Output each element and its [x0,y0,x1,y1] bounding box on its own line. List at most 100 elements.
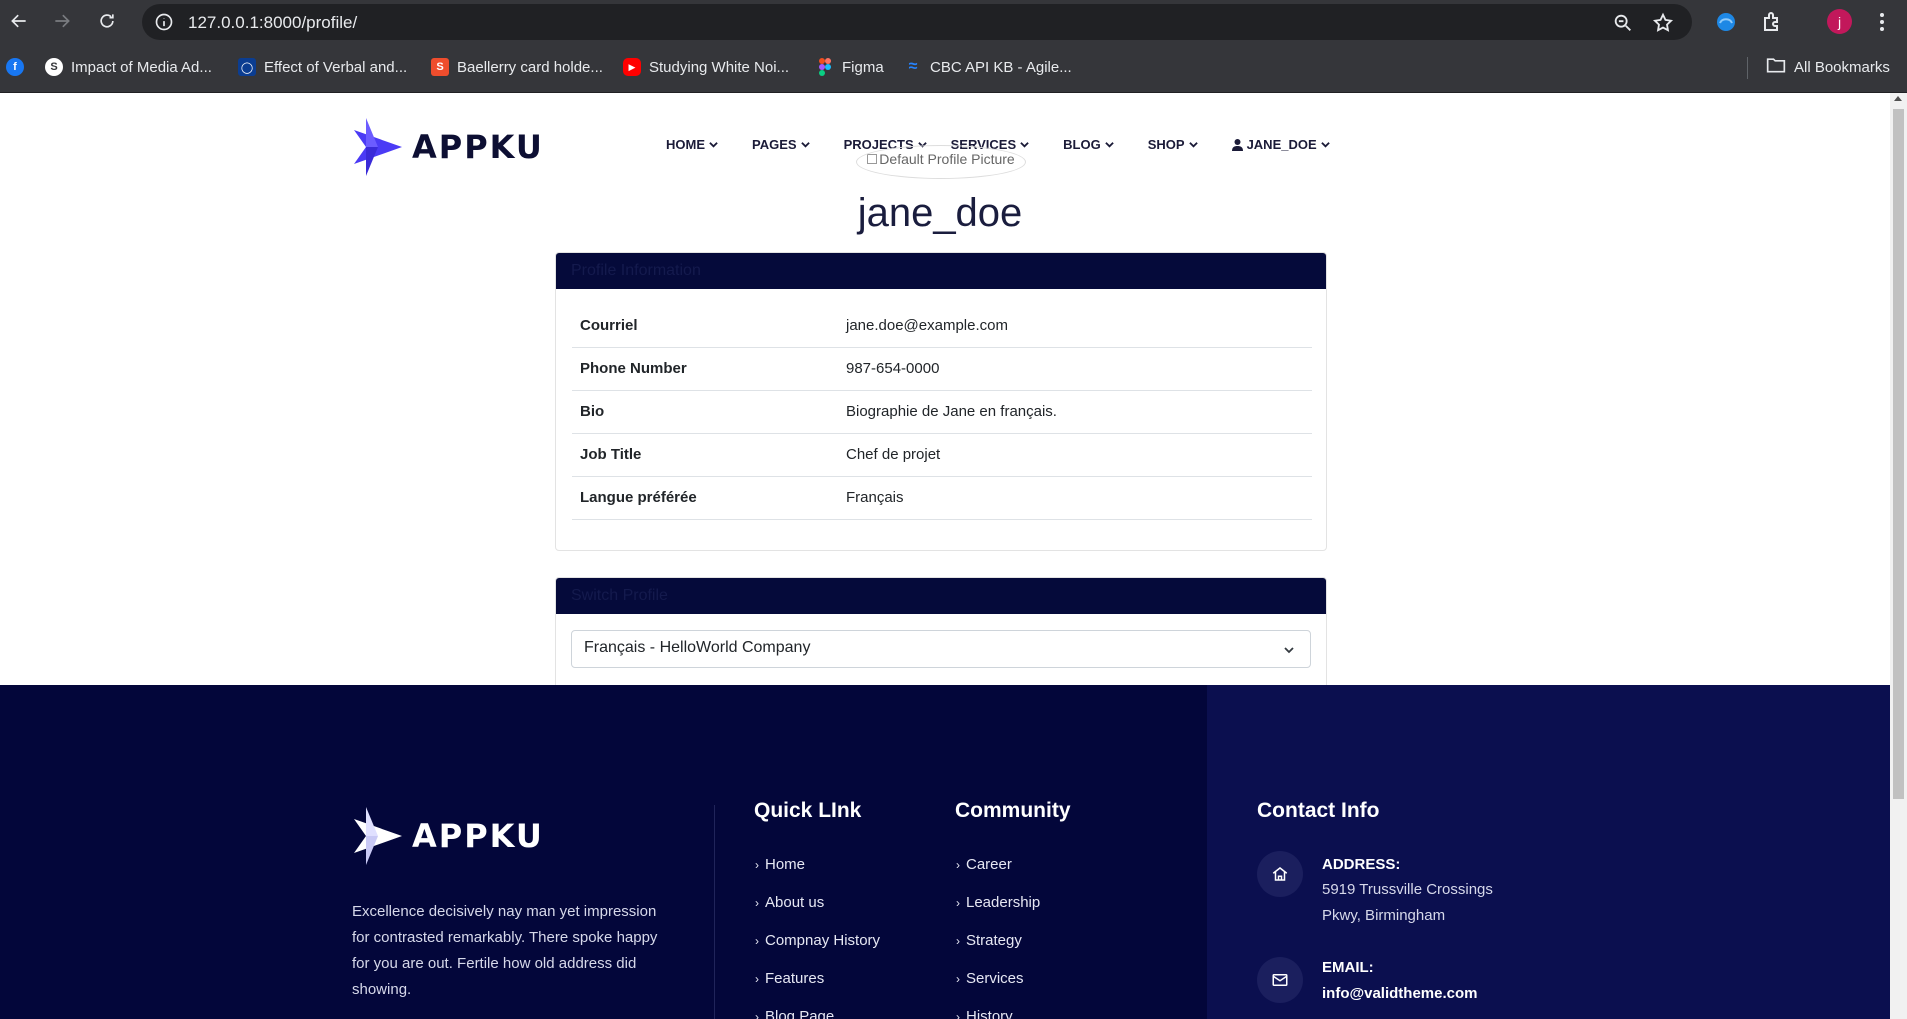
nav-label: PAGES [752,137,797,152]
chevron-down-icon [800,142,810,148]
row-label: Courriel [572,304,838,348]
nav-home[interactable]: HOME [666,137,718,152]
row-label: Phone Number [572,347,838,391]
site-info-icon[interactable] [154,12,174,32]
chevron-right-icon: › [755,1010,759,1019]
zoom-icon[interactable] [1612,12,1634,34]
bookmark-star-icon[interactable] [1652,12,1674,34]
row-value: Chef de projet [838,433,1312,477]
chevron-right-icon: › [956,972,960,986]
site-footer: APPKU Excellence decisively nay man yet … [0,685,1890,1019]
quick-link-about[interactable]: › About us [755,894,880,932]
switch-profile-value: Français - HelloWorld Company [584,639,811,656]
link-label: Home [765,856,806,873]
chevron-right-icon: › [956,858,960,872]
logo-text: APPKU [412,128,544,166]
all-bookmarks[interactable]: All Bookmarks [1766,55,1890,79]
table-row: Bio Biographie de Jane en français. [572,390,1312,434]
site-logo[interactable]: APPKU [352,116,544,178]
quick-link-history[interactable]: › Compnay History [755,932,880,970]
extension-edge-icon[interactable] [1714,10,1738,34]
bookmark-5[interactable]: ≈ CBC API KB - Agile... [904,55,1072,79]
reload-button[interactable] [94,8,120,34]
community-career[interactable]: › Career [956,856,1040,894]
address-line-2: Pkwy, Birmingham [1322,907,1446,924]
chevron-down-icon [709,142,718,148]
email-label: EMAIL: [1322,959,1374,976]
community-list: › Career › Leadership › Strategy › Services … [956,856,1040,1019]
community-strategy[interactable]: › Strategy [956,932,1040,970]
youtube-icon: ▶ [623,58,641,76]
link-label: Services [966,970,1024,987]
row-value: 987-654-0000 [838,347,1312,391]
link-label: Compnay History [765,932,881,949]
nav-blog[interactable]: BLOG [1063,137,1114,152]
quick-link-blog[interactable]: › Blog Page [755,1008,880,1019]
page-scrollbar[interactable] [1890,93,1907,1019]
row-value: jane.doe@example.com [838,304,1312,348]
profile-info-table: Courriel jane.doe@example.com Phone Numb… [572,304,1312,520]
row-label: Langue préférée [572,476,838,520]
quick-link-list: › Home › About us › Compnay History › Featur… [755,856,880,1019]
quick-link-home[interactable]: › Home [755,856,880,894]
profile-picture: Default Profile Picture [856,145,1026,179]
bookmark-2[interactable]: S Baellerry card holde... [431,55,603,79]
chevron-right-icon: › [755,896,759,910]
community-leadership[interactable]: › Leadership [956,894,1040,932]
profile-avatar[interactable]: j [1827,9,1852,34]
footer-contact-panel [1207,685,1890,1019]
bookmark-label: Figma [842,58,884,76]
row-value: Français [838,476,1312,520]
row-label: Job Title [572,433,838,477]
envelope-icon [1257,957,1303,1003]
chevron-right-icon: › [755,972,759,986]
nav-label: SHOP [1147,137,1185,152]
all-bookmarks-label: All Bookmarks [1794,58,1890,76]
chevron-right-icon: › [755,934,759,948]
chevron-down-icon [1320,142,1330,148]
address-bar[interactable]: 127.0.0.1:8000/profile/ [142,4,1692,40]
bookmark-facebook[interactable]: f [6,55,24,79]
bookmarks-bar: f S Impact of Media Ad... ◯ Effect of Ve… [0,43,1907,93]
bookmark-label: Impact of Media Ad... [71,58,212,76]
logo-mark-icon [354,807,402,865]
nav-pages[interactable]: PAGES [752,137,810,152]
email-value[interactable]: info@validtheme.com [1322,985,1478,1002]
chevron-down-icon [1188,142,1198,148]
contact-info-title: Contact Info [1257,799,1380,822]
forward-button[interactable] [49,8,75,34]
browser-toolbar: 127.0.0.1:8000/profile/ j [0,0,1907,43]
home-icon [1257,851,1303,897]
profile-info-card: Profile Information Courriel jane.doe@ex… [555,252,1327,551]
profile-picture-alt: Default Profile Picture [879,151,1015,167]
community-history[interactable]: › History [956,1008,1040,1019]
chevron-right-icon: › [956,896,960,910]
bookmark-1[interactable]: ◯ Effect of Verbal and... [238,55,407,79]
nav-label: BLOG [1063,137,1101,152]
switch-profile-card: Switch Profile Français - HelloWorld Com… [555,577,1327,697]
chevron-down-icon [1104,142,1114,148]
bookmark-4[interactable]: Figma [816,55,884,79]
bookmark-label: Studying White Noi... [649,58,790,76]
url-text[interactable]: 127.0.0.1:8000/profile/ [188,13,357,33]
bookmark-0[interactable]: S Impact of Media Ad... [45,55,212,79]
quick-link-features[interactable]: › Features [755,970,880,1008]
community-title: Community [955,799,1071,822]
community-services[interactable]: › Services [956,970,1040,1008]
footer-logo[interactable]: APPKU [352,805,544,867]
scroll-thumb[interactable] [1893,109,1904,799]
bookmark-3[interactable]: ▶ Studying White Noi... [623,55,789,79]
menu-kebab-icon[interactable] [1870,10,1894,34]
link-label: Blog Page [765,1008,835,1019]
nav-shop[interactable]: SHOP [1148,137,1198,152]
extensions-puzzle-icon[interactable] [1760,10,1784,34]
switch-profile-select[interactable]: Français - HelloWorld Company [571,630,1311,668]
bookmarks-separator [1747,57,1748,79]
profile-info-title: Profile Information [556,253,1326,289]
c-icon: ◯ [238,58,256,76]
link-label: History [966,1008,1013,1019]
back-button[interactable] [6,8,32,34]
nav-user-menu[interactable]: JANE_DOE [1231,137,1330,152]
s-icon: S [45,58,63,76]
scroll-up-arrow-icon[interactable] [1894,96,1902,101]
